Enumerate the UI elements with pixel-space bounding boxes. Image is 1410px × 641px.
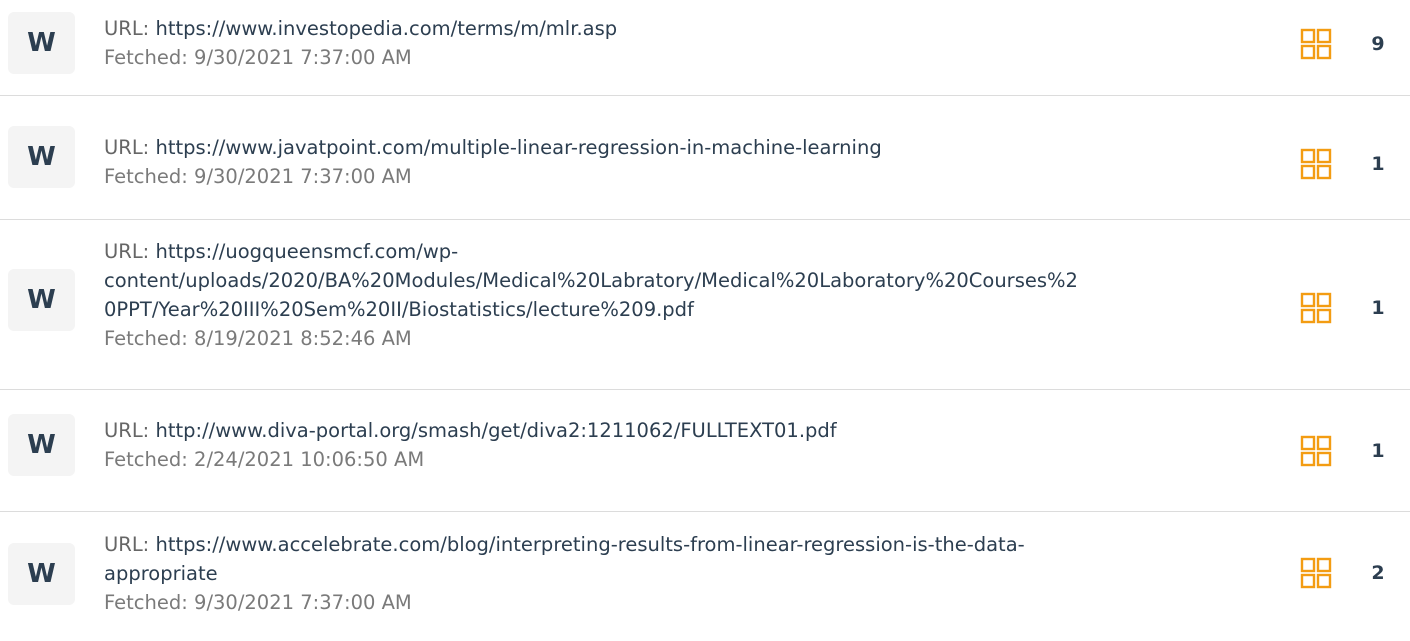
source-badge: W: [8, 126, 75, 188]
source-row: W URL: https://www.investopedia.com/term…: [0, 0, 1410, 96]
match-count: 1: [1371, 153, 1385, 175]
source-row: W URL: http://www.diva-portal.org/smash/…: [0, 390, 1410, 512]
url-label: URL:: [104, 240, 156, 263]
match-count: 1: [1371, 440, 1385, 462]
match-count: 2: [1371, 562, 1385, 584]
source-badge: W: [8, 12, 75, 74]
source-info: URL: https://www.javatpoint.com/multiple…: [104, 133, 1284, 191]
source-badge: W: [8, 414, 75, 476]
fetched-date: 8/19/2021 8:52:46 AM: [194, 327, 412, 350]
fetched-label: Fetched:: [104, 448, 195, 471]
source-badge: W: [8, 543, 75, 605]
source-row: W URL: https://uogqueensmcf.com/wp- cont…: [0, 220, 1410, 390]
source-url-link[interactable]: https://www.investopedia.com/terms/m/mlr…: [155, 17, 617, 40]
fetched-date: 2/24/2021 10:06:50 AM: [194, 448, 425, 471]
match-count: 1: [1371, 297, 1385, 319]
source-url-link[interactable]: https://uogqueensmcf.com/wp-: [155, 240, 458, 263]
fetched-label: Fetched:: [104, 591, 195, 614]
fetched-label: Fetched:: [104, 46, 195, 69]
grid-icon[interactable]: [1300, 28, 1332, 60]
source-info: URL: https://uogqueensmcf.com/wp- conten…: [104, 237, 1284, 353]
url-label: URL:: [104, 419, 156, 442]
grid-icon[interactable]: [1300, 435, 1332, 467]
source-url-link[interactable]: 0PPT/Year%20III%20Sem%20II/Biostatistics…: [104, 298, 694, 321]
source-badge: W: [8, 269, 75, 331]
source-url-link[interactable]: https://www.javatpoint.com/multiple-line…: [155, 136, 881, 159]
fetched-date: 9/30/2021 7:37:00 AM: [194, 591, 412, 614]
url-label: URL:: [104, 533, 156, 556]
fetched-label: Fetched:: [104, 327, 195, 350]
source-row: W URL: https://www.accelebrate.com/blog/…: [0, 512, 1410, 641]
url-label: URL:: [104, 136, 156, 159]
url-label: URL:: [104, 17, 156, 40]
source-info: URL: https://www.investopedia.com/terms/…: [104, 14, 1284, 72]
source-url-link[interactable]: content/uploads/2020/BA%20Modules/Medica…: [104, 269, 1078, 292]
source-row: W URL: https://www.javatpoint.com/multip…: [0, 96, 1410, 220]
match-count: 9: [1371, 33, 1385, 55]
source-list: W URL: https://www.investopedia.com/term…: [0, 0, 1410, 641]
fetched-label: Fetched:: [104, 165, 195, 188]
grid-icon[interactable]: [1300, 148, 1332, 180]
grid-icon[interactable]: [1300, 292, 1332, 324]
source-info: URL: http://www.diva-portal.org/smash/ge…: [104, 416, 1284, 474]
grid-icon[interactable]: [1300, 557, 1332, 589]
source-url-link[interactable]: appropriate: [104, 562, 218, 585]
fetched-date: 9/30/2021 7:37:00 AM: [194, 46, 412, 69]
source-url-link[interactable]: http://www.diva-portal.org/smash/get/div…: [155, 419, 836, 442]
fetched-date: 9/30/2021 7:37:00 AM: [194, 165, 412, 188]
source-url-link[interactable]: https://www.accelebrate.com/blog/interpr…: [155, 533, 1024, 556]
source-info: URL: https://www.accelebrate.com/blog/in…: [104, 530, 1284, 617]
